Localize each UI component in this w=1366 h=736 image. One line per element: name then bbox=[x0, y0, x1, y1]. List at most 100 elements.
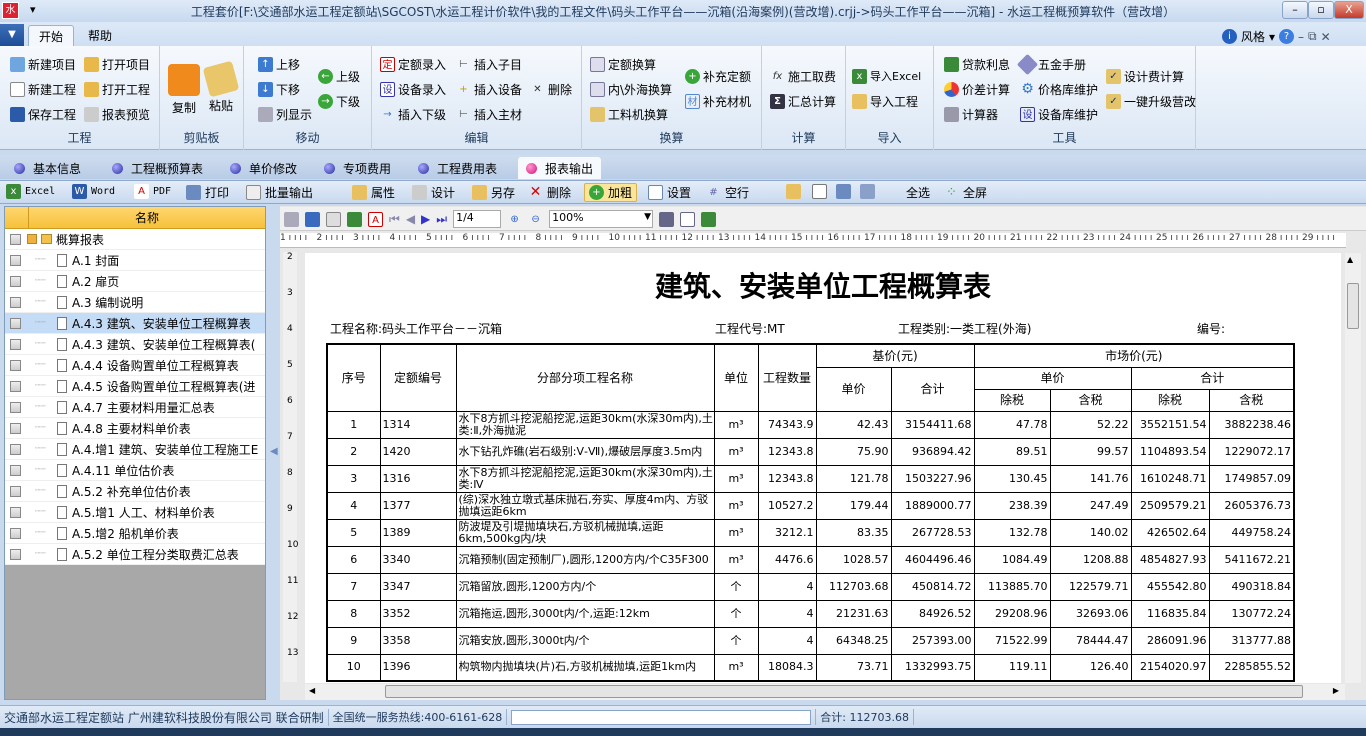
tree-item[interactable]: ┈┈ A.2 扉页 bbox=[5, 271, 265, 292]
checkbox[interactable] bbox=[10, 275, 21, 287]
panel-splitter[interactable]: ◀ bbox=[268, 206, 278, 700]
save-as-button[interactable]: 另存 bbox=[472, 184, 515, 201]
multi-page-icon[interactable] bbox=[701, 211, 717, 227]
checkbox[interactable] bbox=[10, 401, 21, 413]
tab-estimate-table[interactable]: 工程概预算表 bbox=[104, 157, 211, 179]
checkbox[interactable] bbox=[10, 296, 21, 308]
horizontal-scrollbar[interactable]: ◀ ▶ bbox=[305, 684, 1345, 700]
report-preview-button[interactable]: 报表预览 bbox=[84, 106, 150, 123]
zoom-out-icon[interactable]: ⊖ bbox=[528, 212, 543, 227]
equipment-library-button[interactable]: 设设备库维护 bbox=[1020, 106, 1098, 123]
checkbox[interactable] bbox=[10, 506, 21, 518]
tree-item[interactable]: ┈┈ A.4.3 建筑、安装单位工程概算表 bbox=[5, 313, 265, 334]
new-project-file-button[interactable]: 新建工程 bbox=[10, 81, 76, 98]
tree-item[interactable]: ┈┈ A.4.4 设备购置单位工程概算表 bbox=[5, 355, 265, 376]
select-all-button[interactable]: 全选 bbox=[906, 184, 930, 201]
level-up-button[interactable]: ← 上级 bbox=[318, 68, 360, 85]
tab-unit-price[interactable]: 单价修改 bbox=[222, 157, 305, 179]
restore-icon[interactable]: ⧉ bbox=[1308, 29, 1317, 44]
tree-item[interactable]: ┈┈ A.1 封面 bbox=[5, 250, 265, 271]
save-file-button[interactable] bbox=[836, 184, 851, 199]
open-project-file-button[interactable]: 打开工程 bbox=[84, 81, 150, 98]
tree-item[interactable]: ┈┈ A.4.11 单位估价表 bbox=[5, 460, 265, 481]
design-button[interactable]: 设计 bbox=[412, 184, 455, 201]
tab-help[interactable]: 帮助 bbox=[78, 25, 122, 46]
last-page-icon[interactable]: ⏭ bbox=[436, 212, 447, 227]
tree-item[interactable]: ┈┈ A.4.7 主要材料用量汇总表 bbox=[5, 397, 265, 418]
summary-calc-button[interactable]: Σ 汇总计算 bbox=[770, 93, 836, 110]
page-setup-icon[interactable] bbox=[659, 211, 675, 227]
zoom-in-icon[interactable]: ⊕ bbox=[507, 212, 522, 227]
checkbox[interactable] bbox=[10, 338, 21, 350]
tab-project-fees[interactable]: 工程费用表 bbox=[410, 157, 505, 179]
insert-subitem-button[interactable]: ⊢ 插入子目 bbox=[456, 56, 522, 73]
next-page-icon[interactable]: ▶ bbox=[421, 212, 430, 226]
first-page-icon[interactable]: ⏮ bbox=[389, 212, 400, 227]
checkbox[interactable] bbox=[10, 443, 21, 455]
insert-child-button[interactable]: → 插入下级 bbox=[380, 106, 446, 123]
design-fee-button[interactable]: ✓ 设计费计算 bbox=[1106, 68, 1184, 85]
copy-button[interactable]: 复制 bbox=[168, 64, 200, 116]
price-library-button[interactable]: ⚙ 价格库维护 bbox=[1020, 81, 1098, 98]
tree-item[interactable]: ┈┈ A.4.增1 建筑、安装单位工程施工E bbox=[5, 439, 265, 460]
level-down-button[interactable]: → 下级 bbox=[318, 93, 360, 110]
import-project-button[interactable]: 导入工程 bbox=[852, 93, 918, 110]
tab-start[interactable]: 开始 bbox=[28, 25, 75, 46]
price-diff-button[interactable]: 价差计算 bbox=[944, 81, 1010, 98]
checkbox[interactable] bbox=[10, 317, 21, 329]
export-word-button[interactable]: W Word bbox=[72, 184, 115, 199]
import-excel-button[interactable]: x 导入Excel bbox=[852, 68, 921, 84]
properties-button[interactable]: 属性 bbox=[352, 184, 395, 201]
print-icon[interactable] bbox=[284, 211, 299, 227]
new-file-button[interactable] bbox=[812, 184, 827, 199]
checkbox[interactable] bbox=[10, 254, 21, 266]
tree-root[interactable]: 概算报表 bbox=[5, 229, 265, 250]
single-page-icon[interactable] bbox=[680, 211, 696, 227]
hardware-manual-button[interactable]: 五金手册 bbox=[1016, 53, 1086, 76]
page-input[interactable]: 1/4 bbox=[453, 210, 502, 228]
loan-interest-button[interactable]: 贷款利息 bbox=[944, 56, 1010, 73]
checkbox[interactable] bbox=[10, 359, 21, 371]
excel-icon[interactable] bbox=[347, 211, 362, 227]
checkbox[interactable] bbox=[10, 464, 21, 476]
batch-export-button[interactable]: 批量输出 bbox=[246, 184, 313, 201]
style-menu[interactable]: i 风格 ▾ ? – ⧉ ✕ bbox=[1222, 28, 1331, 45]
tree-item[interactable]: ┈┈ A.4.5 设备购置单位工程概算表(进 bbox=[5, 376, 265, 397]
ribbon-minimize-icon[interactable]: – bbox=[1298, 30, 1304, 44]
export-pdf-button[interactable]: A PDF bbox=[134, 184, 171, 199]
checkbox[interactable] bbox=[10, 233, 21, 245]
checkbox[interactable] bbox=[10, 485, 21, 497]
tree-item[interactable]: ┈┈ A.5.2 补充单位估价表 bbox=[5, 481, 265, 502]
scroll-thumb[interactable] bbox=[1347, 283, 1359, 329]
open-folder-button[interactable] bbox=[786, 184, 801, 199]
settings-button[interactable]: 设置 bbox=[648, 184, 691, 201]
prev-page-icon[interactable]: ◀ bbox=[406, 212, 415, 226]
sea-conversion-button[interactable]: 内\外海换算 bbox=[590, 81, 672, 98]
checkbox[interactable] bbox=[10, 380, 21, 392]
app-menu-button[interactable]: ▼ bbox=[0, 24, 24, 46]
collapse-icon[interactable] bbox=[27, 234, 37, 244]
save-project-button[interactable]: 保存工程 bbox=[10, 106, 76, 123]
delete-report-button[interactable]: ✕ 删除 bbox=[528, 184, 571, 201]
tree-item[interactable]: ┈┈ A.5.2 单位工程分类取费汇总表 bbox=[5, 544, 265, 565]
export-icon[interactable] bbox=[326, 211, 341, 227]
column-display-button[interactable]: 列显示 bbox=[258, 106, 312, 123]
close-doc-icon[interactable]: ✕ bbox=[1321, 30, 1331, 44]
scroll-thumb[interactable] bbox=[385, 685, 1303, 698]
help-icon[interactable]: ? bbox=[1279, 29, 1295, 44]
save-all-button[interactable] bbox=[860, 184, 875, 199]
maximize-button[interactable]: ▫ bbox=[1308, 1, 1334, 19]
zoom-select[interactable]: 100% ▼ bbox=[549, 210, 654, 228]
insert-main-material-button[interactable]: ⊢ 插入主材 bbox=[456, 106, 522, 123]
checkbox[interactable] bbox=[10, 422, 21, 434]
new-project-button[interactable]: 新建项目 bbox=[10, 56, 76, 73]
quota-entry-button[interactable]: 定定额录入 bbox=[380, 56, 446, 73]
tree-item[interactable]: ┈┈ A.4.8 主要材料单价表 bbox=[5, 418, 265, 439]
delete-button[interactable]: ✕ 删除 bbox=[530, 81, 572, 98]
construction-fee-button[interactable]: fx 施工取费 bbox=[770, 68, 836, 85]
checkbox[interactable] bbox=[10, 527, 21, 539]
export-excel-button[interactable]: x Excel bbox=[6, 184, 55, 199]
quota-conversion-button[interactable]: 定额换算 bbox=[590, 56, 656, 73]
paste-button[interactable]: 粘贴 bbox=[202, 60, 240, 114]
fullscreen-button[interactable]: ⁘ 全屏 bbox=[944, 184, 987, 201]
